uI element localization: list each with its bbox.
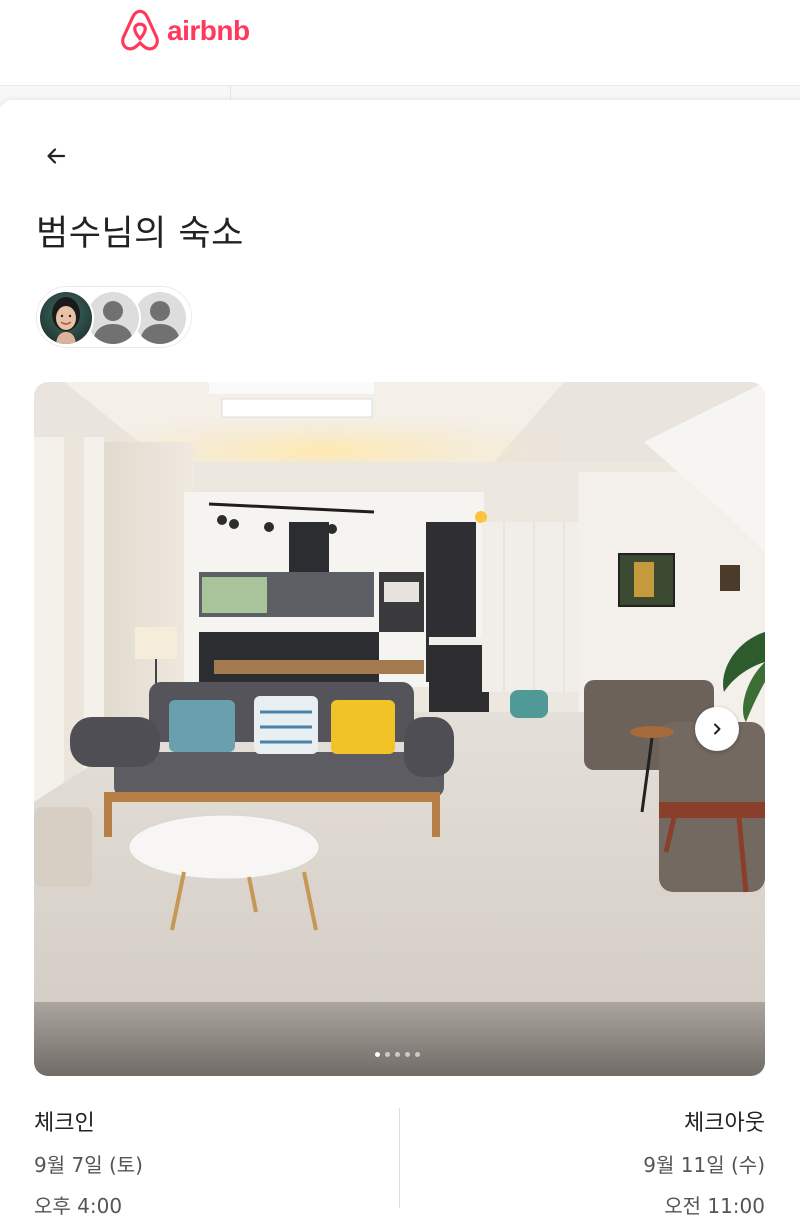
pagination-dot[interactable] [405, 1052, 410, 1057]
host-avatar-photo[interactable] [38, 290, 94, 346]
pagination-dot[interactable] [395, 1052, 400, 1057]
pagination-dot[interactable] [375, 1052, 380, 1057]
airbnb-logo-icon [121, 9, 159, 51]
living-room-image [34, 382, 765, 1076]
top-bar: airbnb [0, 0, 800, 86]
pagination-dot[interactable] [385, 1052, 390, 1057]
dates-divider [399, 1108, 400, 1208]
checkin-date: 9월 7일 (토) [34, 1153, 143, 1177]
next-photo-button[interactable] [695, 707, 739, 751]
checkin-label: 체크인 [34, 1111, 95, 1136]
trip-dates: 체크인 9월 7일 (토) 오후 4:00 체크아웃 9월 11일 (수) 오전… [34, 1105, 765, 1218]
host-avatars[interactable] [36, 286, 192, 348]
checkout-block: 체크아웃 9월 11일 (수) 오전 11:00 [405, 1105, 765, 1219]
checkin-block: 체크인 9월 7일 (토) 오후 4:00 [34, 1105, 394, 1219]
checkout-label: 체크아웃 [684, 1111, 765, 1136]
pagination-dot[interactable] [415, 1052, 420, 1057]
checkin-time: 오후 4:00 [34, 1194, 123, 1218]
listing-title: 범수님의 숙소 [36, 214, 244, 254]
back-button[interactable] [36, 140, 76, 172]
chevron-right-icon [714, 723, 721, 735]
checkout-date: 9월 11일 (수) [643, 1153, 765, 1177]
listing-panel: 범수님의 숙소 체크인 9월 7일 (토) 오후 4:00 체크아웃 9월 11… [0, 100, 800, 1227]
arrow-left-icon [47, 148, 66, 164]
photo-pagination-dots [375, 1052, 420, 1057]
checkout-time: 오전 11:00 [664, 1194, 765, 1218]
user-icon [134, 292, 186, 344]
airbnb-logo[interactable]: airbnb [119, 8, 250, 54]
brand-name: airbnb [167, 15, 250, 46]
listing-photo[interactable] [34, 382, 765, 1076]
user-icon [87, 292, 139, 344]
